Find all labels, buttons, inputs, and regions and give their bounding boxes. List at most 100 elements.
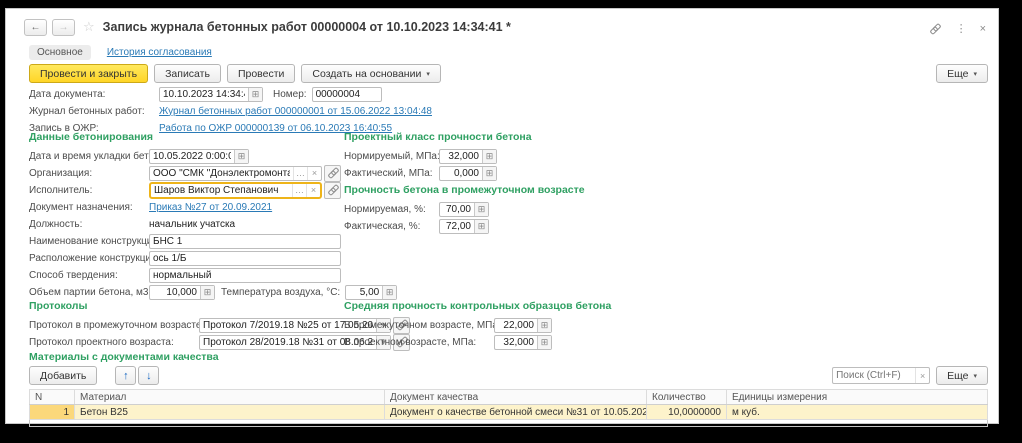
get-link-icon[interactable]: [928, 21, 943, 36]
position-value: начальник учатска: [149, 219, 235, 230]
more-menu-icon[interactable]: ⋮: [956, 22, 967, 35]
construction-location-input[interactable]: [150, 252, 340, 265]
page-title: Запись журнала бетонных работ 00000004 о…: [103, 20, 511, 34]
close-icon[interactable]: ×: [980, 23, 986, 35]
construction-location-label: Расположение конструкции:: [29, 253, 149, 264]
favorite-star-icon[interactable]: ☆: [83, 19, 95, 35]
tab-approval-history[interactable]: История согласования: [107, 47, 212, 58]
hardening-method-label: Способ твердения:: [29, 270, 149, 281]
calculator-icon[interactable]: ⊞: [482, 150, 496, 163]
batch-volume-label: Объем партии бетона, м3:: [29, 287, 149, 298]
avg-intermediate-field: ⊞: [494, 318, 552, 333]
intermediate-normative-input[interactable]: [440, 203, 474, 216]
chevron-down-icon: ▾: [426, 70, 430, 78]
col-header-quality-doc[interactable]: Документ качества: [385, 390, 647, 405]
choose-icon[interactable]: …: [292, 184, 306, 197]
section-concreting-data: Данные бетонирования Дата и время укладк…: [29, 131, 341, 302]
calendar-icon[interactable]: ⊞: [234, 150, 248, 163]
col-header-material[interactable]: Материал: [75, 390, 385, 405]
avg-design-input[interactable]: [495, 336, 537, 349]
section-title-design-strength: Проектный класс прочности бетона: [344, 131, 585, 143]
lay-datetime-label: Дата и время укладки бетона:: [29, 151, 149, 162]
open-link-button[interactable]: [324, 182, 341, 199]
air-temperature-input[interactable]: [346, 286, 382, 299]
number-input[interactable]: [313, 88, 381, 101]
choose-icon[interactable]: …: [293, 167, 307, 180]
cell-material[interactable]: Бетон В25: [75, 405, 385, 420]
search-clear-icon[interactable]: ×: [915, 368, 929, 383]
intermediate-normative-label: Нормируемая, %:: [344, 204, 439, 215]
create-based-on-button[interactable]: Создать на основании▾: [301, 64, 440, 83]
table-row[interactable]: 1 Бетон В25 Документ о качестве бетонной…: [30, 405, 988, 420]
col-header-quantity[interactable]: Количество: [647, 390, 727, 405]
position-label: Должность:: [29, 219, 149, 230]
back-button[interactable]: ←: [24, 19, 47, 36]
clear-icon[interactable]: ×: [306, 184, 320, 197]
move-down-button[interactable]: ↓: [138, 366, 159, 385]
cell-n[interactable]: 1: [30, 405, 75, 420]
right-column: Проектный класс прочности бетона Нормиру…: [344, 131, 585, 236]
calculator-icon[interactable]: ⊞: [482, 167, 496, 180]
hardening-method-field: [149, 268, 341, 283]
design-normative-field: ⊞: [439, 149, 497, 164]
cell-quantity[interactable]: 10,0000000: [647, 405, 727, 420]
intermediate-actual-label: Фактическая, %:: [344, 221, 439, 232]
construction-name-input[interactable]: [150, 235, 340, 248]
add-row-button[interactable]: Добавить: [29, 366, 97, 385]
batch-volume-input[interactable]: [150, 286, 200, 299]
avg-intermediate-input[interactable]: [495, 319, 537, 332]
clear-icon[interactable]: ×: [307, 167, 321, 180]
journal-link[interactable]: Журнал бетонных работ 000000001 от 15.06…: [159, 106, 432, 117]
lay-datetime-input[interactable]: [150, 150, 234, 163]
cell-quality-doc[interactable]: Документ о качестве бетонной смеси №31 о…: [385, 405, 647, 420]
forward-icon: →: [59, 22, 69, 33]
organization-input[interactable]: [150, 167, 293, 180]
forward-button[interactable]: →: [52, 19, 75, 36]
avg-design-label: В проектном возрасте, МПа:: [344, 337, 494, 348]
search-input[interactable]: [833, 368, 915, 383]
doc-date-label: Дата документа:: [29, 89, 159, 100]
open-link-button[interactable]: [324, 165, 341, 182]
tab-main[interactable]: Основное: [29, 45, 91, 60]
calculator-icon[interactable]: ⊞: [537, 336, 551, 349]
doc-date-field: ⊞: [159, 87, 263, 102]
assignment-doc-link[interactable]: Приказ №27 от 20.09.2021: [149, 202, 272, 213]
design-normative-input[interactable]: [440, 150, 482, 163]
more-button-materials[interactable]: Еще▾: [936, 366, 988, 385]
calculator-icon[interactable]: ⊞: [200, 286, 214, 299]
post-button[interactable]: Провести: [227, 64, 295, 83]
intermediate-actual-input[interactable]: [440, 220, 474, 233]
calendar-icon[interactable]: ⊞: [248, 88, 262, 101]
air-temperature-label: Температура воздуха, °С:: [221, 287, 340, 298]
table-header-row: N Материал Документ качества Количество …: [30, 390, 988, 405]
design-normative-label: Нормируемый, МПа:: [344, 151, 439, 162]
move-up-button[interactable]: ↑: [115, 366, 136, 385]
calculator-icon[interactable]: ⊞: [474, 203, 488, 216]
design-actual-input[interactable]: [440, 167, 482, 180]
calculator-icon[interactable]: ⊞: [474, 220, 488, 233]
write-button[interactable]: Записать: [154, 64, 221, 83]
post-and-close-button[interactable]: Провести и закрыть: [29, 64, 148, 83]
avg-intermediate-label: В промежуточном возрасте, МПа:: [344, 320, 494, 331]
document-window: ← → ☆ Запись журнала бетонных работ 0000…: [5, 8, 999, 424]
command-bar: Провести и закрыть Записать Провести Соз…: [29, 64, 988, 83]
more-button-top[interactable]: Еще▾: [936, 64, 988, 83]
calculator-icon[interactable]: ⊞: [382, 286, 396, 299]
chevron-down-icon: ▾: [973, 372, 977, 380]
design-actual-label: Фактический, МПа:: [344, 168, 439, 179]
table-empty-row[interactable]: [30, 420, 988, 427]
section-average-strength: Средняя прочность контрольных образцов б…: [344, 300, 611, 352]
section-title-materials: Материалы с документами качества: [29, 351, 988, 363]
number-label: Номер:: [273, 89, 307, 100]
cell-units[interactable]: м куб.: [727, 405, 988, 420]
materials-toolbar: Добавить ↑ ↓ × Еще▾: [29, 366, 988, 385]
journal-label: Журнал бетонных работ:: [29, 106, 159, 117]
executor-input[interactable]: [151, 184, 292, 197]
section-title-concreting: Данные бетонирования: [29, 131, 341, 143]
calculator-icon[interactable]: ⊞: [537, 319, 551, 332]
hardening-method-input[interactable]: [150, 269, 340, 282]
doc-date-input[interactable]: [160, 88, 248, 101]
col-header-n[interactable]: N: [30, 390, 75, 405]
col-header-units[interactable]: Единицы измерения: [727, 390, 988, 405]
protocol-intermediate-label: Протокол в промежуточном возрасте:: [29, 320, 199, 331]
